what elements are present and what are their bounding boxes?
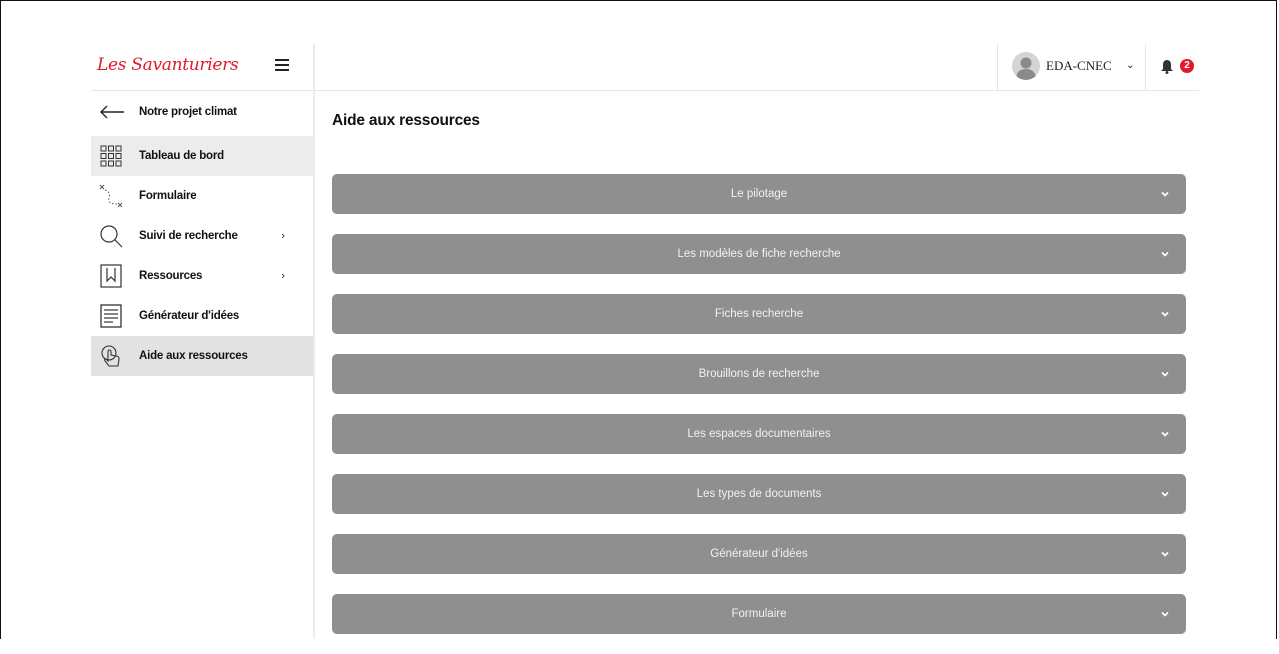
arrow-left-icon bbox=[100, 105, 124, 119]
sidebar-header: Les Savanturiers bbox=[91, 44, 313, 91]
accordion-item[interactable]: Formulaire bbox=[332, 594, 1186, 634]
sidebar-divider bbox=[313, 44, 315, 639]
accordion-item[interactable]: Les modèles de fiche recherche bbox=[332, 234, 1186, 274]
avatar bbox=[1012, 52, 1040, 80]
dotted-path-icon bbox=[99, 184, 123, 208]
accordion-item[interactable]: Fiches recherche bbox=[332, 294, 1186, 334]
accordion-item[interactable]: Le pilotage bbox=[332, 174, 1186, 214]
resources-accordion: Le pilotage Les modèles de fiche recherc… bbox=[332, 174, 1186, 654]
topbar: EDA-CNEC ⌄ 2 bbox=[315, 44, 1199, 91]
sidebar-nav: Tableau de bord Formulaire Suivi de rech… bbox=[91, 136, 313, 376]
sidebar-item-label: Formulaire bbox=[139, 190, 197, 202]
chevron-right-icon: › bbox=[281, 269, 286, 282]
accordion-item[interactable]: Les espaces documentaires bbox=[332, 414, 1186, 454]
grid-icon bbox=[100, 145, 122, 167]
accordion-item-label: Les espaces documentaires bbox=[687, 428, 831, 440]
accordion-item-label: Brouillons de recherche bbox=[698, 368, 820, 380]
sidebar-item-suivi-de-recherche[interactable]: Suivi de recherche › bbox=[91, 216, 313, 256]
chevron-down-icon bbox=[1161, 611, 1169, 617]
accordion-item[interactable]: Générateur d'idées bbox=[332, 534, 1186, 574]
sidebar-item-label: Tableau de bord bbox=[139, 150, 224, 162]
chevron-down-icon bbox=[1161, 191, 1169, 197]
search-icon bbox=[100, 225, 123, 248]
sidebar-item-generateur-idees[interactable]: Générateur d'idées bbox=[91, 296, 313, 336]
sidebar-item-formulaire[interactable]: Formulaire bbox=[91, 176, 313, 216]
hand-touch-icon bbox=[101, 345, 120, 367]
chevron-down-icon: ⌄ bbox=[1126, 60, 1135, 71]
menu-toggle-icon[interactable] bbox=[275, 59, 289, 71]
accordion-item-label: Fiches recherche bbox=[714, 308, 804, 320]
accordion-item-label: Les modèles de fiche recherche bbox=[677, 248, 841, 260]
accordion-item-label: Le pilotage bbox=[730, 188, 788, 200]
bell-icon bbox=[1161, 60, 1173, 74]
sidebar-item-aide-aux-ressources[interactable]: Aide aux ressources bbox=[91, 336, 313, 376]
accordion-item-label: Les types de documents bbox=[696, 488, 822, 500]
user-icon bbox=[1016, 57, 1036, 80]
sidebar-item-label: Générateur d'idées bbox=[139, 310, 240, 322]
user-menu[interactable]: EDA-CNEC ⌄ bbox=[997, 44, 1146, 90]
chevron-down-icon bbox=[1161, 491, 1169, 497]
back-to-project[interactable]: Notre projet climat bbox=[91, 92, 313, 132]
chevron-right-icon: › bbox=[281, 229, 286, 242]
sidebar-item-label: Suivi de recherche bbox=[139, 230, 238, 242]
accordion-item[interactable]: Les types de documents bbox=[332, 474, 1186, 514]
chevron-down-icon bbox=[1161, 551, 1169, 557]
document-icon bbox=[100, 304, 122, 328]
chevron-down-icon bbox=[1161, 311, 1169, 317]
page-title: Aide aux ressources bbox=[332, 112, 480, 129]
chevron-down-icon bbox=[1161, 251, 1169, 257]
accordion-item[interactable]: Brouillons de recherche bbox=[332, 354, 1186, 394]
sidebar-item-ressources[interactable]: Ressources › bbox=[91, 256, 313, 296]
chevron-down-icon bbox=[1161, 371, 1169, 377]
notification-badge: 2 bbox=[1180, 59, 1194, 73]
accordion-item-label: Générateur d'idées bbox=[710, 548, 808, 560]
sidebar: Les Savanturiers Notre projet climat Tab… bbox=[91, 44, 313, 639]
brand-logo[interactable]: Les Savanturiers bbox=[97, 50, 239, 80]
chevron-down-icon bbox=[1161, 431, 1169, 437]
accordion-item-label: Formulaire bbox=[731, 608, 787, 620]
sidebar-item-label: Ressources bbox=[139, 270, 203, 282]
bookmark-icon bbox=[100, 264, 122, 288]
notifications-button[interactable]: 2 bbox=[1145, 44, 1200, 90]
sidebar-item-label: Aide aux ressources bbox=[139, 350, 248, 362]
back-label: Notre projet climat bbox=[139, 106, 237, 118]
user-name: EDA-CNEC bbox=[1046, 58, 1112, 73]
sidebar-item-tableau-de-bord[interactable]: Tableau de bord bbox=[91, 136, 313, 176]
